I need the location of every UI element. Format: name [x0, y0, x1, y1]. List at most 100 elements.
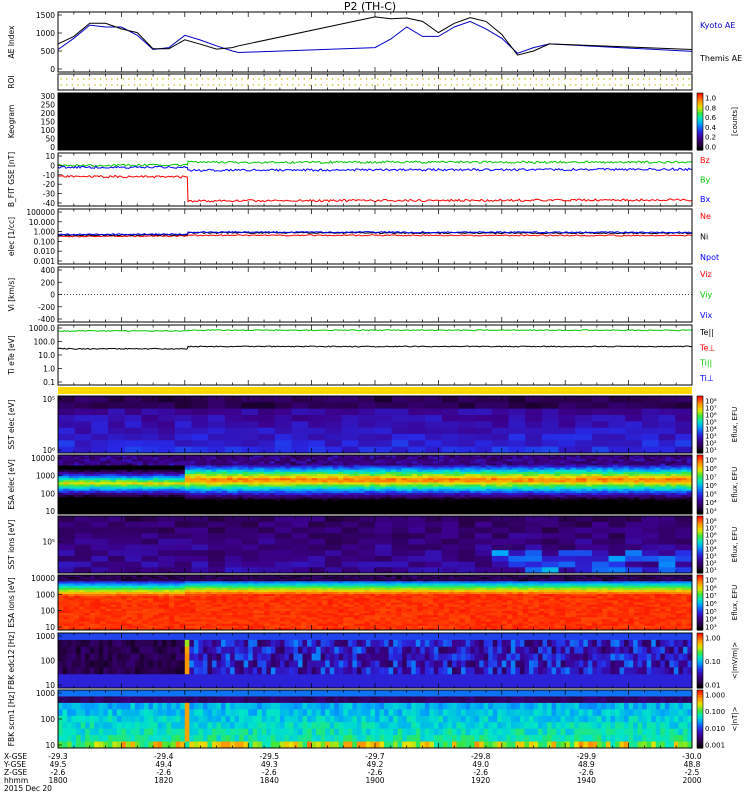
roi-dot: [535, 84, 537, 86]
spectrogram-cell: [308, 427, 326, 435]
spectrogram-cell: [224, 396, 243, 403]
spectrogram-cell: [324, 421, 343, 429]
spectrogram-cell: [108, 440, 126, 448]
spectrogram-cell: [241, 516, 259, 523]
roi-dot: [688, 84, 690, 86]
spectrogram-cell: [425, 421, 443, 429]
spectrogram-cell: [158, 421, 176, 429]
roi-dot: [643, 78, 645, 80]
roi-dot: [235, 78, 238, 80]
spectrogram-cell: [324, 408, 343, 416]
spectrogram-cell: [241, 402, 259, 410]
spectrogram-cell: [291, 446, 309, 454]
spectrogram-cell: [141, 402, 159, 410]
roi-dot: [235, 84, 238, 86]
spectrogram-cell: [241, 527, 259, 534]
spectrogram-cell: [224, 527, 243, 534]
spectrogram-cell: [491, 421, 509, 429]
spectrogram-cell: [274, 427, 293, 435]
roi-dot: [280, 84, 283, 86]
roi-dot: [382, 84, 385, 86]
spectrogram-cell: [508, 521, 526, 528]
roi-dot: [688, 78, 690, 80]
themis-summary-plot: P2 (TH-C) 150010005000AE IndexKyoto AETh…: [0, 0, 750, 800]
roi-dot: [179, 84, 181, 86]
spectrogram-cell: [191, 446, 209, 454]
spectrogram-cell: [224, 421, 243, 429]
spectrogram-cell: [625, 427, 643, 435]
spectrogram-cell: [291, 402, 309, 410]
roi-dot: [518, 78, 520, 80]
bfit-legend-2: Bx: [700, 195, 710, 204]
spectrogram-cell: [124, 527, 142, 534]
roi-dot: [241, 78, 243, 80]
spectrogram-cell: [158, 434, 176, 441]
spectrogram-cell: [108, 446, 126, 454]
spectrogram-cell: [241, 415, 259, 422]
spectrogram-cell: [191, 402, 209, 410]
roi-dot: [167, 84, 170, 86]
spectrogram-cell: [508, 434, 526, 441]
roi-dot: [529, 78, 532, 80]
spectrogram-cell: [124, 446, 142, 454]
spectrogram-cell: [608, 402, 626, 410]
density-ylabel: elec [1/cc]: [7, 217, 16, 256]
bfit-ytick-label: -30: [43, 190, 55, 199]
spectrogram-cell: [608, 408, 626, 416]
ae-ylabel: AE Index: [7, 25, 16, 58]
temperature-ytick-label: 0.1: [43, 378, 55, 387]
roi-dot: [275, 84, 277, 86]
spectrogram-cell: [425, 521, 443, 528]
spectrogram-cell: [441, 415, 459, 422]
spectrogram-cell: [174, 427, 192, 435]
roi-dot: [433, 84, 436, 86]
spectrogram-cell: [541, 421, 560, 429]
spectrogram-cell: [58, 521, 76, 528]
spectrogram-cell: [74, 421, 92, 429]
roi-dot: [309, 78, 311, 80]
roi-dot: [196, 78, 198, 80]
spectrogram-cell: [124, 516, 142, 523]
spectrogram-cell: [591, 446, 610, 454]
roi-dot: [495, 84, 498, 86]
bfit-ytick-label: 10: [45, 152, 55, 161]
spectrogram-cell: [308, 408, 326, 416]
spectrogram-cell: [274, 527, 293, 534]
spectrogram-cell: [508, 421, 526, 429]
spectrogram-cell: [58, 434, 76, 441]
spectrogram-cell: [441, 408, 459, 416]
spectrogram-cell: [291, 434, 309, 441]
spectrogram-cell: [358, 415, 376, 422]
spectrogram-cell: [174, 421, 192, 429]
spectrogram-cell: [258, 402, 276, 410]
roi-dot: [150, 78, 153, 80]
roi-dot: [190, 78, 192, 80]
spectrogram-cell: [291, 415, 309, 422]
spectrogram-cell: [625, 396, 643, 403]
roi-dot: [213, 84, 215, 86]
spectrogram-cell: [641, 402, 660, 410]
esa_e-ytick-label: 10: [45, 507, 55, 516]
spectrogram-cell: [625, 516, 643, 523]
spectrogram-cell: [391, 402, 409, 410]
roi-dot: [145, 78, 147, 80]
spectrogram-cell: [425, 516, 443, 523]
spectrogram-cell: [525, 402, 543, 410]
spectrogram-cell: [441, 434, 459, 441]
roi-dot: [82, 84, 85, 86]
spectrogram-cell: [458, 421, 476, 429]
spectrogram-cell: [458, 415, 476, 422]
spectrogram-cell: [441, 440, 459, 448]
colorbar-tick-label: 10⁹: [705, 457, 717, 465]
spectrogram-cell: [408, 516, 426, 523]
spectrogram-cell: [324, 427, 343, 435]
spectrogram-cell: [658, 427, 676, 435]
spectrogram-cell: [91, 527, 109, 534]
spectrogram-cell: [158, 408, 176, 416]
roi-dot: [416, 84, 419, 86]
colorbar-tick-label: 0.4: [705, 124, 717, 132]
spectrogram-cell: [274, 396, 293, 403]
spectrogram-cell: [575, 521, 593, 528]
roi-dot: [626, 84, 628, 86]
spectrogram-cell: [241, 446, 259, 454]
